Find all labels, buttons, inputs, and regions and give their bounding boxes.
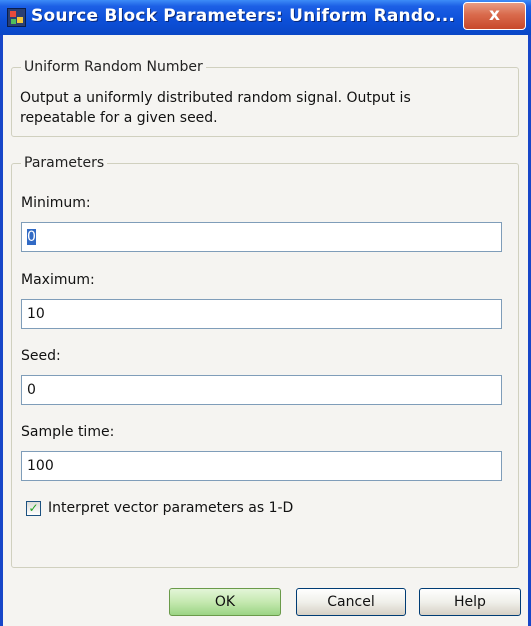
seed-label: Seed:	[21, 348, 61, 364]
checkmark-icon: ✓	[28, 501, 39, 515]
dialog-window: Source Block Parameters: Uniform Rando..…	[0, 0, 531, 626]
maximum-label: Maximum:	[21, 272, 95, 288]
cancel-button[interactable]: Cancel	[296, 588, 406, 616]
maximum-value[interactable]: 10	[27, 306, 45, 322]
parameters-group: Parameters Minimum: 0 Maximum: 10 Seed: …	[11, 155, 519, 568]
close-icon[interactable]: x	[489, 5, 500, 25]
simulink-block-icon	[7, 8, 26, 27]
interpret-vector-label[interactable]: Interpret vector parameters as 1-D	[48, 500, 293, 516]
window-title: Source Block Parameters: Uniform Rando..…	[31, 6, 456, 26]
title-bar[interactable]: Source Block Parameters: Uniform Rando..…	[0, 0, 531, 35]
help-button[interactable]: Help	[419, 588, 521, 616]
seed-value[interactable]: 0	[27, 382, 36, 398]
maximum-field[interactable]: 10	[21, 299, 502, 329]
minimum-label: Minimum:	[21, 195, 91, 211]
seed-field[interactable]: 0	[21, 375, 502, 405]
block-description: Output a uniformly distributed random si…	[20, 90, 411, 126]
sample-time-value[interactable]: 100	[27, 458, 54, 474]
ok-button[interactable]: OK	[169, 588, 281, 616]
interpret-vector-checkbox[interactable]: ✓	[26, 501, 41, 516]
minimum-value[interactable]: 0	[27, 229, 36, 245]
sample-time-field[interactable]: 100	[21, 451, 502, 481]
sample-time-label: Sample time:	[21, 424, 115, 440]
block-description-group: Uniform Random Number Output a uniformly…	[11, 59, 519, 137]
close-button[interactable]: x	[463, 2, 526, 30]
parameters-legend: Parameters	[21, 155, 108, 171]
block-name: Uniform Random Number	[21, 59, 206, 75]
minimum-field[interactable]: 0	[21, 222, 502, 252]
dialog-content: Uniform Random Number Output a uniformly…	[3, 35, 528, 626]
